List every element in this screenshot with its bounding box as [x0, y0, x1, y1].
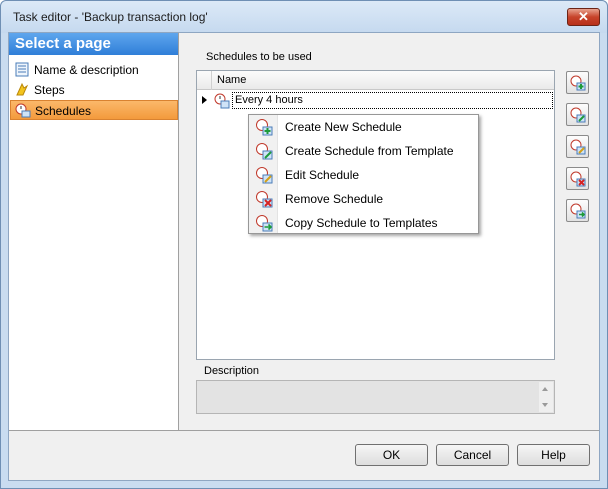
cancel-button[interactable]: Cancel: [436, 444, 509, 466]
nav-item-schedules[interactable]: Schedules: [10, 100, 178, 120]
schedules-label: Schedules to be used: [206, 51, 312, 63]
table-row[interactable]: Every 4 hours: [197, 91, 554, 110]
add-schedule-button[interactable]: [566, 71, 589, 94]
scroll-up-icon[interactable]: [542, 387, 548, 391]
menu-item-create-from-template[interactable]: Create Schedule from Template: [249, 139, 478, 163]
remove-schedule-icon: [570, 171, 586, 187]
menu-item-create-new-schedule[interactable]: Create New Schedule: [249, 115, 478, 139]
menu-item-remove-schedule[interactable]: Remove Schedule: [249, 187, 478, 211]
menu-item-label: Edit Schedule: [285, 168, 360, 182]
nav-item-steps[interactable]: Steps: [10, 80, 178, 100]
nav-header: Select a page: [9, 33, 178, 55]
schedule-context-menu: Create New Schedule Create Schedule from…: [248, 114, 479, 234]
schedule-icon: [15, 103, 31, 118]
nav-item-name-description[interactable]: Name & description: [10, 60, 178, 80]
menu-item-label: Remove Schedule: [285, 192, 384, 206]
copy-to-templates-button[interactable]: [566, 199, 589, 222]
remove-schedule-icon: [256, 191, 273, 208]
schedule-template-icon: [256, 143, 273, 160]
description-field[interactable]: [196, 380, 555, 414]
create-from-template-button[interactable]: [566, 103, 589, 126]
schedule-icon: [214, 93, 230, 109]
menu-item-label: Create New Schedule: [285, 120, 402, 134]
button-bar: OK Cancel Help: [9, 431, 599, 480]
menu-item-label: Copy Schedule to Templates: [285, 216, 438, 230]
steps-icon: [16, 82, 29, 96]
schedule-name-cell[interactable]: Every 4 hours: [232, 92, 553, 109]
help-button[interactable]: Help: [517, 444, 590, 466]
scroll-down-icon[interactable]: [542, 403, 548, 407]
title-bar[interactable]: Task editor - 'Backup transaction log' ✕: [1, 1, 607, 33]
nav-item-label: Schedules: [35, 104, 92, 118]
grid-header: Name: [197, 71, 554, 90]
ok-button[interactable]: OK: [355, 444, 428, 466]
add-from-template-icon: [570, 107, 586, 123]
window-title: Task editor - 'Backup transaction log': [13, 10, 208, 24]
dialog-client: Select a page Name & description Steps S…: [8, 32, 600, 481]
column-header-name[interactable]: Name: [217, 74, 246, 86]
close-button[interactable]: ✕: [567, 8, 600, 26]
copy-schedule-icon: [256, 215, 273, 232]
menu-item-edit-schedule[interactable]: Edit Schedule: [249, 163, 478, 187]
nav-item-label: Steps: [34, 83, 65, 97]
description-scrollbar[interactable]: [539, 382, 553, 412]
page-nav: Select a page Name & description Steps S…: [9, 33, 179, 430]
copy-to-templates-icon: [570, 203, 586, 219]
remove-schedule-button[interactable]: [566, 167, 589, 190]
edit-schedule-button[interactable]: [566, 135, 589, 158]
edit-schedule-icon: [570, 139, 586, 155]
add-schedule-icon: [570, 75, 586, 91]
task-editor-window: Task editor - 'Backup transaction log' ✕…: [0, 0, 608, 489]
description-label: Description: [204, 365, 260, 377]
nav-item-label: Name & description: [34, 63, 139, 77]
menu-item-label: Create Schedule from Template: [285, 144, 454, 158]
create-schedule-icon: [256, 119, 273, 136]
document-icon: [15, 62, 29, 77]
row-indicator-icon: [202, 96, 207, 104]
edit-schedule-icon: [256, 167, 273, 184]
grid-header-corner: [197, 71, 212, 90]
menu-item-copy-to-templates[interactable]: Copy Schedule to Templates: [249, 211, 478, 235]
